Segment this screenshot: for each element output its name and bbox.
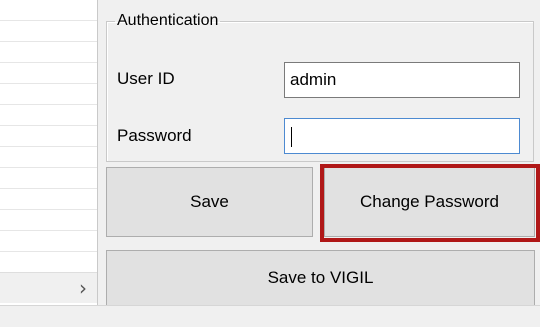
user-id-label: User ID — [117, 69, 175, 88]
authentication-group: Authentication User ID Password — [106, 12, 534, 162]
list-row[interactable] — [0, 209, 97, 210]
list-row[interactable] — [0, 20, 97, 21]
list-row[interactable] — [0, 62, 97, 63]
change-password-button[interactable]: Change Password — [324, 167, 535, 237]
password-input[interactable] — [284, 118, 520, 154]
window-bottom-edge — [0, 305, 540, 327]
authentication-legend: Authentication — [117, 12, 219, 29]
list-row[interactable] — [0, 251, 97, 252]
save-to-vigil-button[interactable]: Save to VIGIL — [106, 250, 535, 306]
list-row[interactable] — [0, 167, 97, 168]
list-row[interactable] — [0, 83, 97, 84]
user-id-input[interactable] — [284, 62, 520, 98]
scroll-right-arrow-icon[interactable]: › — [79, 276, 87, 300]
list-row[interactable] — [0, 188, 97, 189]
horizontal-scrollbar[interactable]: › — [0, 272, 97, 303]
list-row[interactable] — [0, 230, 97, 231]
list-row[interactable] — [0, 125, 97, 126]
list-row[interactable] — [0, 41, 97, 42]
save-button[interactable]: Save — [106, 167, 313, 237]
password-label: Password — [117, 126, 192, 145]
list-row[interactable] — [0, 104, 97, 105]
text-caret — [291, 127, 292, 147]
left-list-panel[interactable]: › — [0, 0, 98, 305]
list-row[interactable] — [0, 146, 97, 147]
